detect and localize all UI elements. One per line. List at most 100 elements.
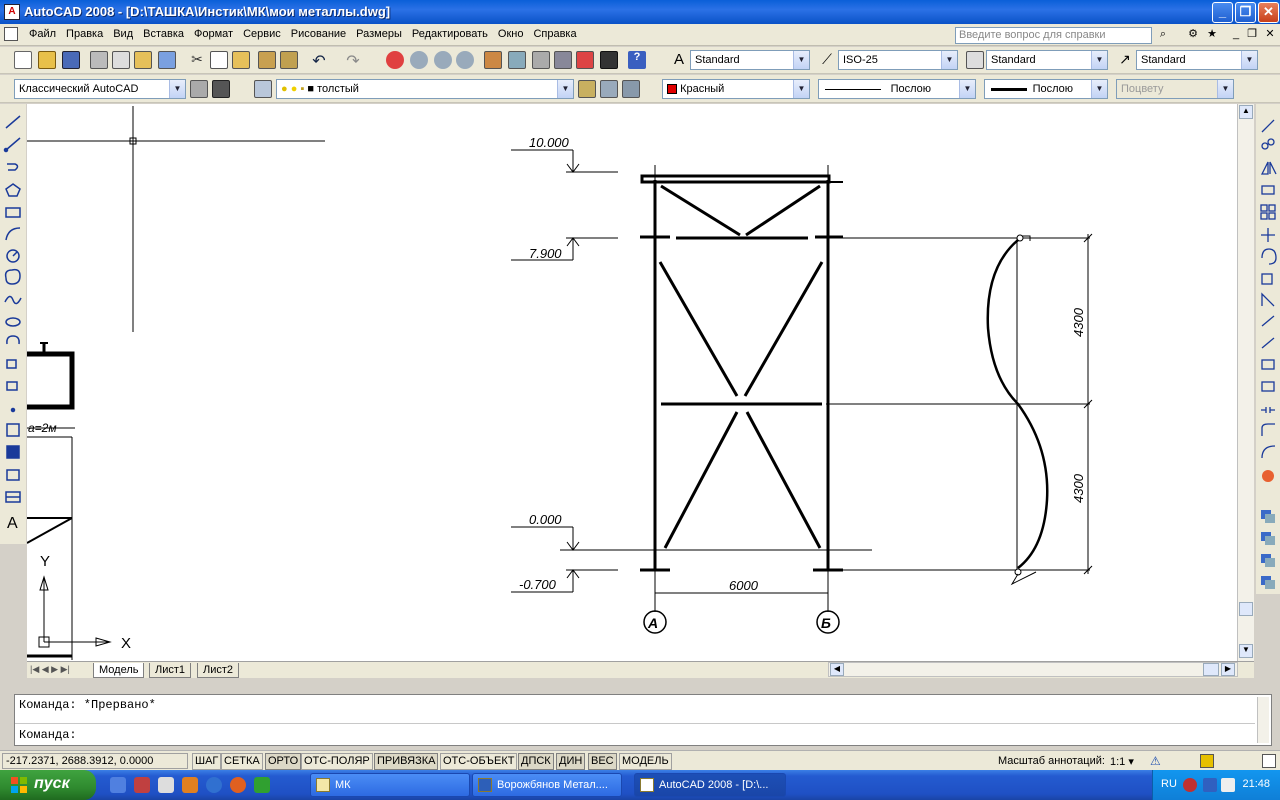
communication-center-icon[interactable]: ⚙ [1185,27,1201,43]
menu-dimension[interactable]: Размеры [351,28,407,40]
design-center-icon[interactable] [508,51,526,69]
redo-icon[interactable]: ↷ [344,51,362,70]
print-preview-icon[interactable] [112,51,130,69]
help-search-input[interactable]: Введите вопрос для справки [955,27,1152,44]
scroll-up-icon[interactable]: ▲ [1239,105,1253,119]
zoom-previous-icon[interactable] [456,51,474,69]
toggle-dyn[interactable]: ДИН [556,753,586,770]
layer-previous-icon[interactable] [600,80,618,98]
maximize-button[interactable]: ❐ [1235,2,1256,23]
multileader-style-select[interactable]: Standard ▼ [1136,50,1258,70]
open-file-icon[interactable] [38,51,56,69]
text-style-icon[interactable]: A [670,51,688,69]
command-prompt[interactable]: Команда: [19,728,77,742]
table-style-select[interactable]: Standard ▼ [986,50,1108,70]
dim-style-icon[interactable]: ⟋ [818,51,836,69]
properties-icon[interactable] [484,51,502,69]
paste-icon[interactable] [232,51,250,69]
zoom-realtime-icon[interactable] [410,51,428,69]
tab-sheet1[interactable]: Лист1 [149,663,192,678]
tab-nav-arrows-icon[interactable]: |◀ ◀ ▶ ▶| [30,664,70,675]
dwf-icon[interactable] [158,51,176,69]
doc-restore-button[interactable]: ❐ [1244,27,1260,43]
quicklaunch-opera-icon[interactable] [134,777,150,793]
tab-model[interactable]: Модель [93,663,145,678]
document-icon[interactable] [4,27,18,41]
text-style-select[interactable]: Standard ▼ [690,50,810,70]
zoom-window-icon[interactable] [434,51,452,69]
menu-help[interactable]: Справка [528,28,581,40]
menu-draw[interactable]: Рисование [286,28,351,40]
tray-antivirus-icon[interactable] [1183,778,1197,792]
save-icon[interactable] [62,51,80,69]
toggle-model[interactable]: МОДЕЛЬ [619,753,672,770]
workspace-settings-icon[interactable] [190,80,208,98]
menu-window[interactable]: Окно [493,28,529,40]
scroll-right-icon[interactable]: ▶ [1221,663,1235,676]
layer-select[interactable]: ● ● ▪ ■ толстый ▼ [276,79,574,99]
tray-network-icon[interactable] [1203,778,1217,792]
language-indicator[interactable]: RU [1161,778,1177,790]
quicklaunch-desktop-icon[interactable] [110,777,126,793]
toggle-polar[interactable]: ОТС-ПОЛЯР [301,753,373,770]
menu-modify[interactable]: Редактировать [407,28,493,40]
menu-view[interactable]: Вид [108,28,138,40]
print-icon[interactable] [90,51,108,69]
quicklaunch-firefox-icon[interactable] [230,777,246,793]
toggle-ducs[interactable]: ДПСК [518,753,554,770]
doc-minimize-button[interactable]: _ [1228,27,1244,43]
calculator-icon[interactable] [600,51,618,69]
layer-states-icon[interactable] [622,80,640,98]
scroll-left-icon[interactable]: ◀ [830,663,844,676]
scroll-down-icon[interactable]: ▼ [1239,644,1253,658]
undo-icon[interactable]: ↶ [310,51,328,70]
tray-volume-icon[interactable] [1221,778,1235,792]
task-button-mk[interactable]: МК [310,773,470,797]
doc-close-button[interactable]: ✕ [1262,27,1278,43]
quicklaunch-app-icon[interactable] [182,777,198,793]
menu-format[interactable]: Формат [189,28,238,40]
multileader-style-icon[interactable]: ↗ [1116,51,1134,69]
quicklaunch-ie-icon[interactable] [206,777,222,793]
toggle-lwt[interactable]: ВЕС [588,753,617,770]
command-window[interactable]: Команда: *Прервано* Команда: [14,694,1272,746]
toggle-osnap[interactable]: ПРИВЯЗКА [374,753,439,770]
toggle-otrack[interactable]: ОТС-ОБЪЕКТ [440,753,518,770]
menu-tools[interactable]: Сервис [238,28,286,40]
block-editor-icon[interactable] [280,51,298,69]
quicklaunch-mail-icon[interactable] [158,777,174,793]
workspace-select[interactable]: Классический AutoCAD ▼ [14,79,186,99]
publish-icon[interactable] [134,51,152,69]
sheet-set-icon[interactable] [554,51,572,69]
scroll-thumb[interactable] [1239,602,1253,616]
workspace-save-icon[interactable] [212,80,230,98]
command-scrollbar[interactable] [1257,697,1269,743]
clean-screen-icon[interactable] [1262,754,1276,768]
drawing-canvas[interactable]: a=2м Y X 10.000 7.900 0.000 -0.700 6000 … [27,104,1237,661]
minimize-button[interactable]: _ [1212,2,1233,23]
lineweight-select[interactable]: Послою ▼ [984,79,1108,99]
pan-icon[interactable] [386,51,404,69]
favorites-star-icon[interactable]: ★ [1204,27,1220,43]
annotation-scale-select[interactable]: 1:1 ▾ [1110,755,1134,768]
search-icon[interactable]: ⌕ [1155,27,1171,43]
color-select[interactable]: Красный ▼ [662,79,810,99]
lock-icon[interactable] [1200,754,1214,768]
start-button[interactable]: пуск [0,770,96,800]
tool-palettes-icon[interactable] [532,51,550,69]
vertical-scrollbar[interactable]: ▲ ▼ [1237,104,1254,661]
close-button[interactable]: ✕ [1258,2,1279,23]
toggle-grid[interactable]: СЕТКА [221,753,263,770]
task-button-autocad[interactable]: AutoCAD 2008 - [D:\... [634,773,786,797]
toggle-snap[interactable]: ШАГ [192,753,222,770]
cut-icon[interactable]: ✂ [188,51,206,69]
menu-file[interactable]: Файл [24,28,61,40]
horizontal-scrollbar[interactable]: ◀ ▶ [828,662,1238,677]
help-icon[interactable]: ? [628,51,646,69]
copy-icon[interactable] [210,51,228,69]
new-file-icon[interactable] [14,51,32,69]
linetype-select[interactable]: Послою ▼ [818,79,976,99]
markup-icon[interactable] [576,51,594,69]
hscroll-thumb[interactable] [1203,663,1219,676]
dim-style-select[interactable]: ISO-25 ▼ [838,50,958,70]
